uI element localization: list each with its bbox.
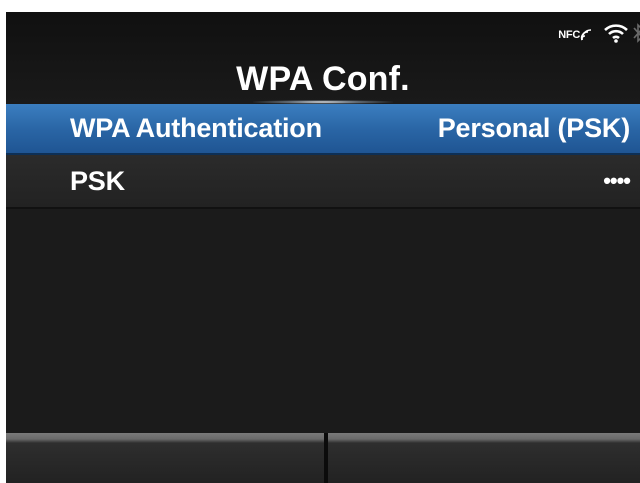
menu-item-label: PSK — [70, 165, 125, 196]
settings-list: WPA Authentication Personal (PSK) PSK ••… — [6, 104, 640, 209]
nfc-label: NFC — [558, 29, 580, 41]
menu-item-wpa-authentication[interactable]: WPA Authentication Personal (PSK) — [6, 104, 640, 155]
header-bar: NFC WPA Conf. — [6, 12, 640, 104]
printer-screen: NFC WPA Conf. WPA Authentication Persona… — [6, 12, 640, 483]
right-softkey[interactable] — [328, 433, 640, 483]
softkey-bar — [6, 433, 640, 483]
wifi-icon — [604, 23, 628, 48]
menu-item-psk[interactable]: PSK •••• — [6, 155, 640, 209]
bluetooth-icon — [632, 22, 640, 49]
left-softkey[interactable] — [6, 433, 324, 483]
menu-item-label: WPA Authentication — [70, 113, 322, 143]
page-title: WPA Conf. — [236, 60, 410, 98]
menu-item-value: •••• — [603, 168, 631, 193]
menu-item-value: Personal (PSK) — [437, 113, 630, 143]
nfc-icon: NFC — [558, 28, 594, 42]
status-icons: NFC — [558, 22, 640, 48]
